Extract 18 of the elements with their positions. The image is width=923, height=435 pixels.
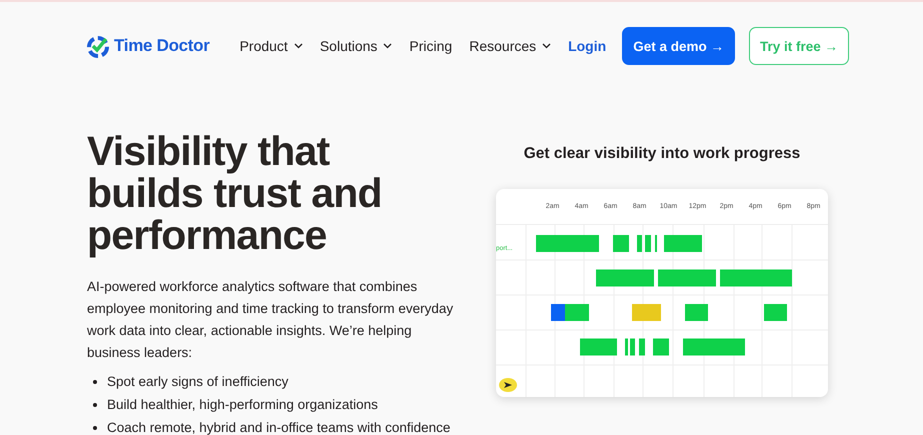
bullet-text: Spot early signs of inefficiency [107,373,288,391]
bullet-text: Build healthier, high-performing organizations [107,396,378,414]
demo-button[interactable]: Get a demo → [622,27,735,65]
bullet-icon [93,426,97,430]
brand-name[interactable]: Time Doctor [114,36,210,56]
nav-link[interactable]: Pricing [409,38,452,54]
intro-paragraph: AI-powered workforce analytics software that combines employee monitoring and time tracking to transform everyday work data into clear, actionable insights. We’re helping business leaders: [87,278,454,362]
preview-title: Get clear visibility into work progress [524,145,800,163]
bullet-icon [93,380,97,384]
hero-heading: Visibility that builds trust and performance [87,130,383,256]
login-link[interactable]: Login [568,38,606,54]
bullet-icon [93,402,97,406]
nav-link[interactable]: Resources [469,38,552,54]
bullet-text: Coach remote, hybrid and in-office teams with confidence [107,419,450,435]
send-icon [499,378,517,392]
nav-link[interactable]: Solutions [320,38,392,54]
logo-icon [86,34,110,58]
nav-link[interactable]: Product [240,38,303,54]
